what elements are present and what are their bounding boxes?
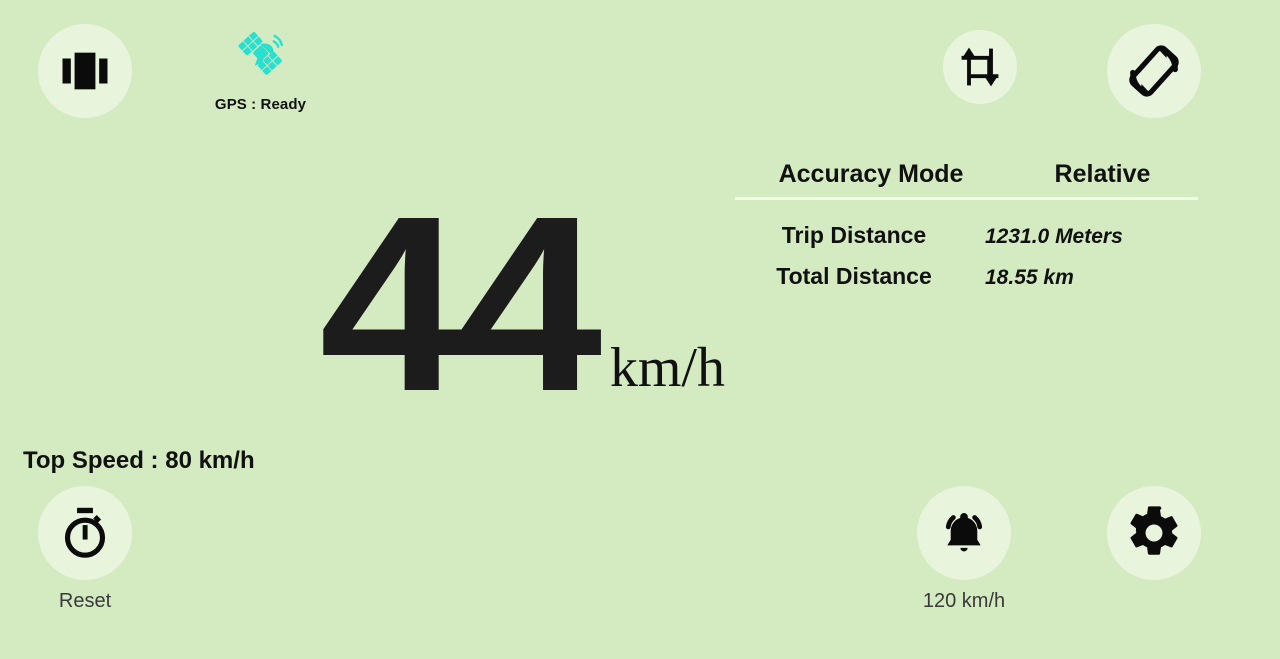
info-divider <box>735 197 1198 200</box>
satellite-icon <box>203 24 318 86</box>
trip-distance-value: 1231.0 Meters <box>985 225 1123 248</box>
total-distance-row: Total Distance 18.55 km <box>735 263 1198 290</box>
speed-alarm-button[interactable] <box>917 486 1011 580</box>
total-distance-label: Total Distance <box>776 263 932 289</box>
trip-info-panel: Accuracy Mode Relative Trip Distance 123… <box>735 160 1198 304</box>
speed-unit: km/h <box>609 337 725 399</box>
reset-label: Reset <box>58 590 112 612</box>
accuracy-mode-row: Accuracy Mode Relative <box>735 160 1198 197</box>
speed-value: 44 <box>319 164 602 443</box>
gps-status: GPS : Ready <box>203 24 318 113</box>
settings-button[interactable] <box>1107 486 1201 580</box>
reset-button[interactable] <box>38 486 132 580</box>
alarm-bell-icon <box>937 506 991 560</box>
gps-status-label: GPS : Ready <box>214 96 307 113</box>
crop-resize-button[interactable] <box>943 30 1017 104</box>
alarm-speed-label: 120 km/h <box>922 590 1006 612</box>
screen-rotation-button[interactable] <box>1107 24 1201 118</box>
trip-distance-row: Trip Distance 1231.0 Meters <box>735 222 1198 249</box>
accuracy-mode-label: Accuracy Mode <box>778 160 964 188</box>
view-carousel-icon <box>60 46 110 96</box>
accuracy-mode-value[interactable]: Relative <box>1007 160 1198 189</box>
speedometer-screen: GPS : Ready 44 km/h Accuracy Mode Relati… <box>0 0 1280 659</box>
total-distance-value: 18.55 km <box>985 266 1074 289</box>
stopwatch-icon <box>57 505 113 561</box>
top-speed-label: Top Speed : 80 km/h <box>23 447 255 474</box>
speed-readout: 44 km/h <box>0 164 725 443</box>
layout-toggle-button[interactable] <box>38 24 132 118</box>
screen-rotation-icon <box>1123 40 1185 102</box>
crop-resize-icon <box>958 45 1002 89</box>
trip-distance-label: Trip Distance <box>781 222 927 248</box>
gear-icon <box>1125 504 1183 562</box>
